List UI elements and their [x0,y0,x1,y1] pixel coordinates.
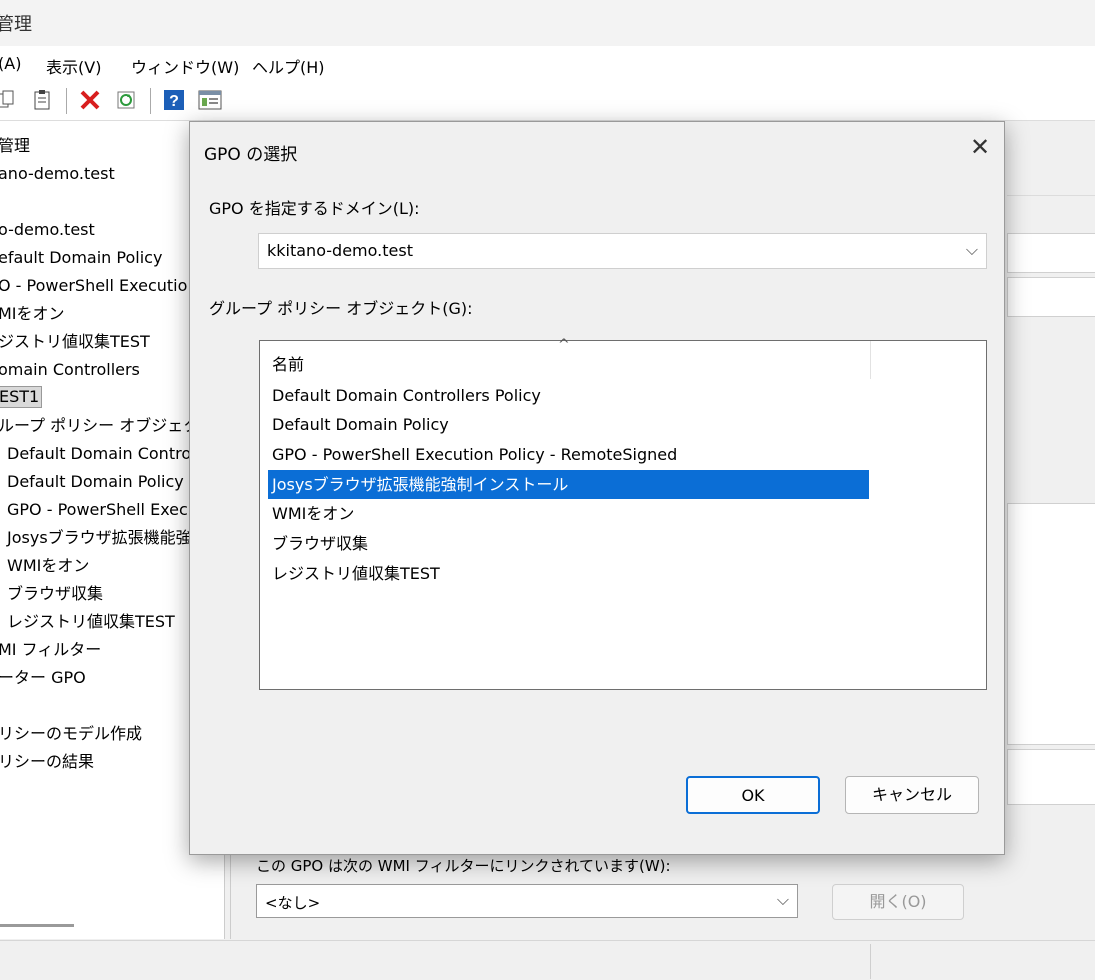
chevron-down-icon: ⌵ [776,890,789,909]
open-button[interactable]: 開く(O) [832,884,964,920]
gpo-list-label: グループ ポリシー オブジェクト(G): [209,299,473,318]
tree-item[interactable]: O - PowerShell Executio [0,276,187,296]
domain-select[interactable]: kkitano-demo.test ⌵ [258,233,987,269]
menu-help[interactable]: ヘルプ(H) [252,54,325,78]
wmi-filter-label: この GPO は次の WMI フィルターにリンクされています(W): [256,857,671,875]
window-title: 管理 [0,14,32,35]
chevron-down-icon: ⌵ [965,240,978,259]
gpo-list-item[interactable]: ブラウザ収集 [268,529,869,558]
tree-item-selected[interactable]: EST1 [0,386,43,408]
console-icon[interactable] [198,88,222,112]
help-icon[interactable]: ? [162,88,186,112]
dialog-title: GPO の選択 [204,145,298,165]
tree-item[interactable]: WMIをオン [7,556,89,576]
gpo-list-item[interactable]: Default Domain Controllers Policy [268,381,869,410]
column-header-name[interactable]: 名前 ^ [260,337,871,379]
window-titlebar: 管理 [0,0,1095,46]
paste-icon[interactable] [30,88,54,112]
tree-item[interactable]: Default Domain Policy [7,472,184,492]
toolbar-separator [150,88,151,114]
status-divider [870,944,871,979]
toolbar-separator [66,88,67,114]
tree-item[interactable]: MI フィルター [0,640,101,660]
pane-field [1007,277,1095,317]
tree-item[interactable]: 管理 [0,136,30,156]
gpo-list-item[interactable]: WMIをオン [268,499,869,528]
domain-label: GPO を指定するドメイン(L): [209,199,420,218]
tree-item[interactable]: ジストリ値収集TEST [0,332,150,352]
ok-button[interactable]: OK [686,776,820,814]
pane-field [1007,233,1095,273]
tree-item[interactable]: o-demo.test [0,220,95,240]
gpo-list-item[interactable]: GPO - PowerShell Execution Policy - Remo… [268,440,869,469]
copy-icon[interactable] [0,88,18,112]
tree-item[interactable]: レジストリ値収集TEST [7,612,175,632]
pane-divider [1007,195,1095,196]
gpo-list[interactable]: 名前 ^ Default Domain Controllers Policy D… [259,337,987,690]
menu-view[interactable]: 表示(V) [46,54,101,78]
delete-icon[interactable] [78,88,102,112]
tree-item[interactable]: リシーのモデル作成 [0,724,142,744]
tree-item[interactable]: Default Domain Contro [7,444,191,464]
refresh-icon[interactable] [114,88,138,112]
tree-item[interactable]: ブラウザ収集 [7,584,103,604]
gpo-list-item[interactable]: Default Domain Policy [268,410,869,439]
menu-action[interactable]: (A) [0,54,21,73]
tree-item[interactable]: omain Controllers [0,360,140,380]
tree-item[interactable]: ano-demo.test [0,164,115,184]
tree-item[interactable]: efault Domain Policy [0,248,162,268]
tree-item[interactable]: ループ ポリシー オブジェクト [0,416,215,436]
status-bar [0,940,1095,980]
menu-window[interactable]: ウィンドウ(W) [131,54,239,78]
toolbar: ? [0,82,1095,121]
tree-item[interactable]: Josysブラウザ拡張機能強 [7,528,192,548]
domain-value: kkitano-demo.test [267,241,413,260]
tree-item[interactable]: ーター GPO [0,668,86,688]
gpo-list-item[interactable]: レジストリ値収集TEST [268,559,869,588]
pane-field [1007,749,1095,805]
tree-item[interactable]: MIをオン [0,304,65,324]
svg-text:?: ? [169,93,179,110]
sort-ascending-icon: ^ [558,337,570,353]
cancel-button[interactable]: キャンセル [845,776,979,814]
tree-item[interactable]: GPO - PowerShell Exec [7,500,188,520]
pane-field [1007,503,1095,745]
gpo-list-item-selected[interactable]: Josysブラウザ拡張機能強制インストール [268,470,869,499]
wmi-filter-value: <なし> [265,894,321,912]
column-header-label: 名前 [272,355,305,374]
tree-scrollbar[interactable] [0,924,74,927]
tree-item[interactable]: リシーの結果 [0,752,94,772]
wmi-filter-select[interactable]: <なし> ⌵ [256,884,798,918]
select-gpo-dialog: GPO の選択 ✕ GPO を指定するドメイン(L): kkitano-demo… [189,121,1005,855]
menu-bar: (A) 表示(V) ウィンドウ(W) ヘルプ(H) [0,46,1095,83]
close-icon[interactable]: ✕ [970,134,990,160]
